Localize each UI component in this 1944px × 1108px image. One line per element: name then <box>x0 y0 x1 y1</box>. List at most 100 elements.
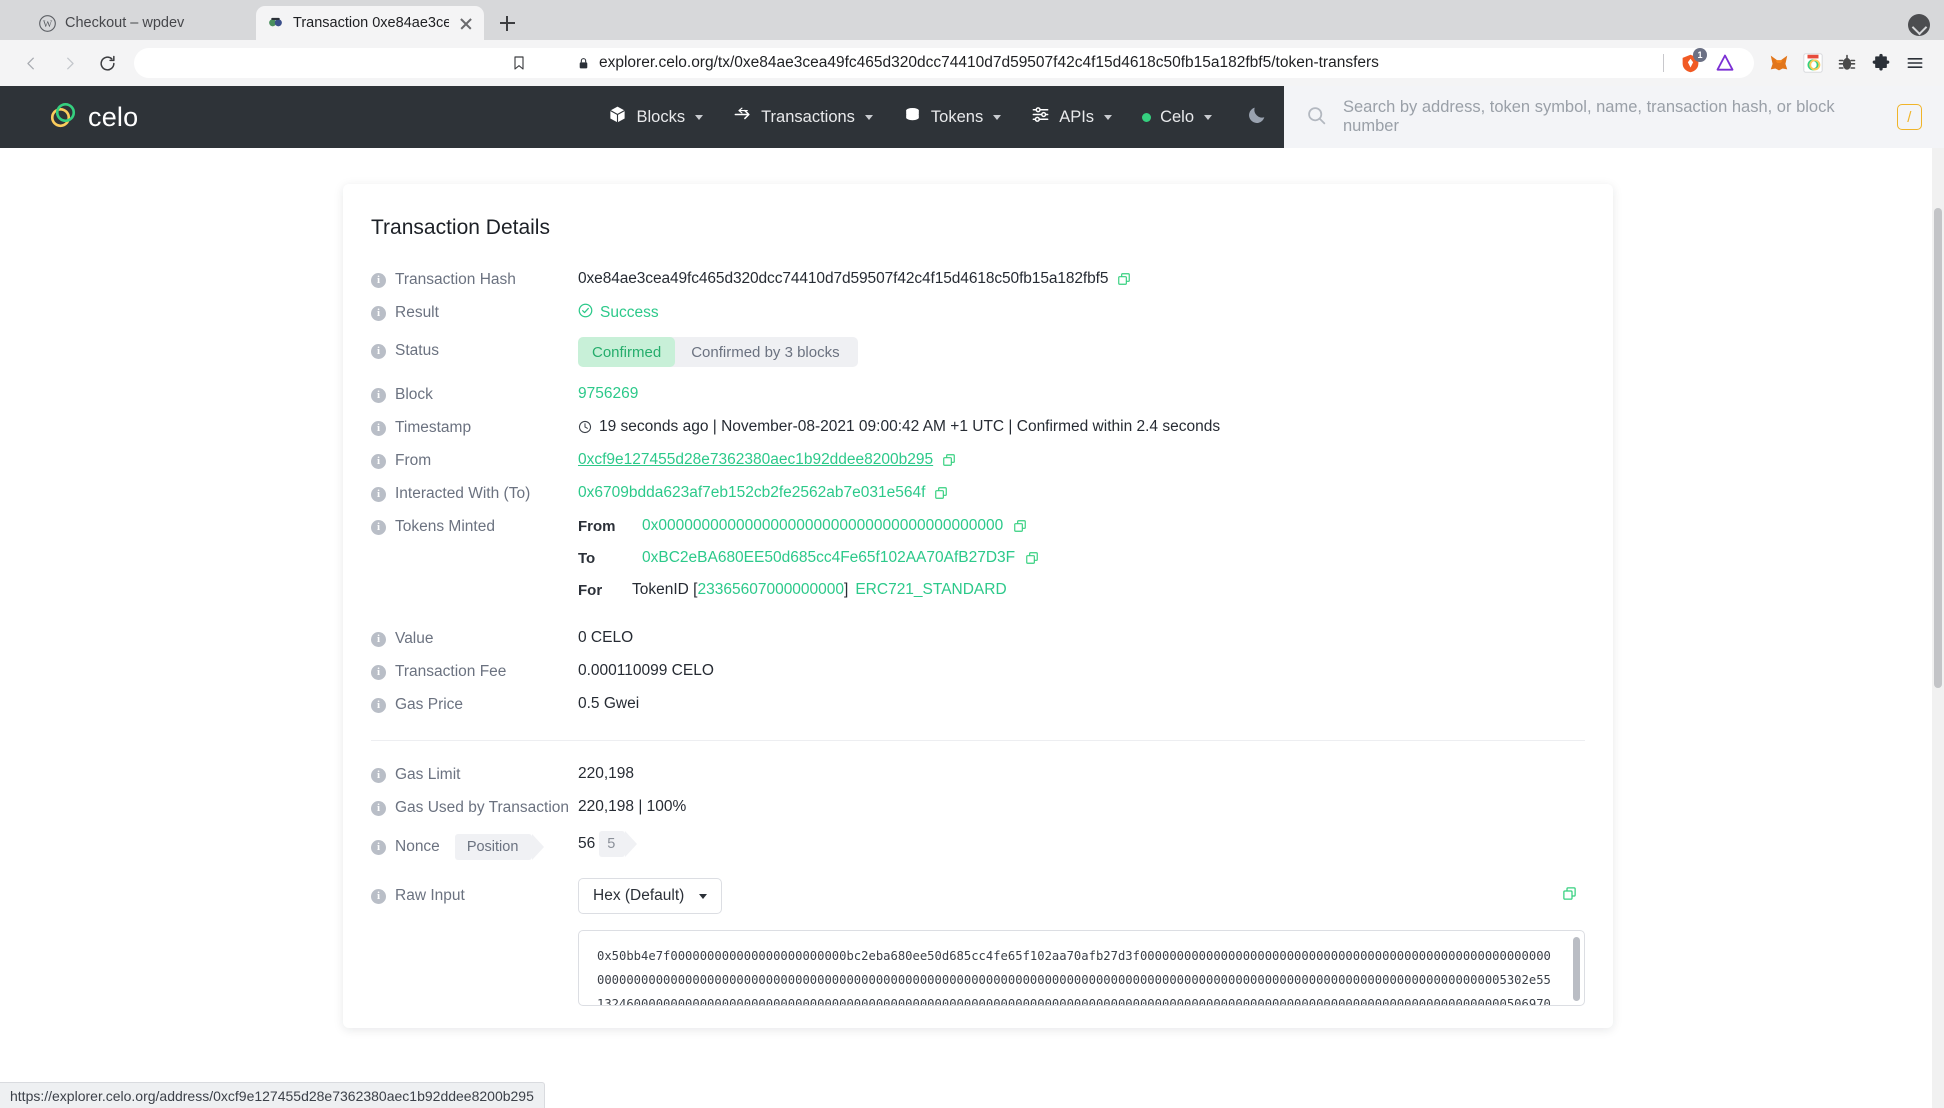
forward-arrow-icon[interactable] <box>52 46 86 80</box>
info-icon[interactable]: i <box>371 767 386 783</box>
gas-limit-amount: 220,198 <box>578 765 635 782</box>
brave-shields-icon[interactable]: 1 <box>1678 48 1707 75</box>
browser-menu-icon[interactable] <box>1900 48 1930 78</box>
page-scrollbar[interactable] <box>1932 148 1944 1108</box>
metamask-icon[interactable] <box>1764 48 1794 78</box>
info-icon[interactable]: i <box>371 453 386 469</box>
minted-to-label: To <box>578 549 596 567</box>
row-label: i Raw Input <box>371 878 578 905</box>
token-standard-link[interactable]: ERC721_STANDARD <box>855 581 1006 599</box>
nav-item-tokens[interactable]: Tokens <box>903 105 1002 129</box>
raw-input-format-select[interactable]: Hex (Default) <box>578 878 723 914</box>
svg-text:W: W <box>42 19 52 30</box>
chevron-down-icon <box>695 114 704 120</box>
row-gas-limit: i Gas Limit 220,198 <box>371 765 1585 784</box>
label-text: Tokens Minted <box>395 518 495 535</box>
status-bar-url: https://explorer.celo.org/address/0xcf9e… <box>10 1087 534 1104</box>
browser-tab-active[interactable]: Transaction 0xe84ae3cea49fc4 <box>256 6 484 40</box>
tokenid-link[interactable]: 23365607000000000 <box>697 581 844 599</box>
info-icon[interactable]: i <box>371 343 386 359</box>
copy-icon[interactable] <box>1117 272 1131 286</box>
brand-name: celo <box>88 101 139 132</box>
info-icon[interactable]: i <box>371 839 386 855</box>
chevron-down-icon[interactable] <box>1908 14 1930 36</box>
scrollbar-thumb[interactable] <box>1934 208 1942 688</box>
info-icon[interactable]: i <box>371 486 386 502</box>
info-icon[interactable]: i <box>371 664 386 680</box>
celo-extension-icon[interactable] <box>1798 48 1828 78</box>
label-text: Interacted With (To) <box>395 485 531 502</box>
label-text: From <box>395 452 432 469</box>
new-tab-button[interactable] <box>490 6 524 40</box>
nav-item-apis[interactable]: APIs <box>1031 105 1113 129</box>
brave-rewards-icon[interactable] <box>1710 48 1740 78</box>
minted-to-address-link[interactable]: 0xBC2eBA680EE50d685cc4Fe65f102AA70AfB27D… <box>642 549 1015 567</box>
info-icon[interactable]: i <box>371 387 386 403</box>
minted-to-row: To 0xBC2eBA680EE50d685cc4Fe65f102AA70AfB… <box>578 549 1585 567</box>
row-value: 0.000110099 CELO <box>578 662 1585 680</box>
nav-label: Blocks <box>636 107 686 126</box>
celo-logo[interactable]: celo <box>48 100 138 134</box>
theme-toggle-button[interactable] <box>1246 104 1268 131</box>
info-icon[interactable]: i <box>371 697 386 713</box>
nonce-value: 56 <box>578 835 596 852</box>
label-text: Gas Limit <box>395 766 461 783</box>
label-text: Status <box>395 342 439 359</box>
bug-icon[interactable] <box>1832 48 1862 78</box>
label-text: Result <box>395 304 439 321</box>
reload-icon[interactable] <box>90 46 124 80</box>
position-value: 5 <box>599 831 638 857</box>
cube-icon <box>608 105 627 129</box>
info-icon[interactable]: i <box>371 800 386 816</box>
info-icon[interactable]: i <box>371 272 386 288</box>
row-timestamp: i Timestamp 19 seconds ago | November-08… <box>371 418 1585 437</box>
row-value: Hex (Default) 0x50bb4e7f0000000000000000… <box>578 878 1585 1006</box>
row-value: 0xcf9e127455d28e7362380aec1b92ddee8200b2… <box>578 451 1585 469</box>
back-arrow-icon[interactable] <box>14 46 48 80</box>
browser-tab-inactive[interactable]: W Checkout – wpdev <box>28 6 256 40</box>
info-icon[interactable]: i <box>371 519 386 535</box>
row-value: 0.5 Gwei <box>578 695 1585 713</box>
row-label: i Interacted With (To) <box>371 484 578 503</box>
divider <box>371 740 1585 741</box>
chevron-down-icon <box>1104 114 1113 120</box>
extensions-puzzle-icon[interactable] <box>1866 48 1896 78</box>
info-icon[interactable]: i <box>371 888 386 904</box>
transaction-hash-value: 0xe84ae3cea49fc465d320dcc74410d7d59507f4… <box>578 270 1109 287</box>
row-value: 0x6709bdda623af7eb152cb2fe2562ab7e031e56… <box>578 484 1585 502</box>
label-text: Transaction Hash <box>395 271 516 288</box>
tokenid-suffix: ] <box>844 581 849 598</box>
info-icon[interactable]: i <box>371 631 386 647</box>
row-transaction-hash: i Transaction Hash 0xe84ae3cea49fc465d32… <box>371 270 1585 289</box>
bookmark-icon[interactable] <box>504 48 534 78</box>
from-address-link[interactable]: 0xcf9e127455d28e7362380aec1b92ddee8200b2… <box>578 451 933 469</box>
nav-item-transactions[interactable]: Transactions <box>733 105 873 129</box>
copy-icon[interactable] <box>934 486 948 500</box>
moon-icon <box>1246 104 1268 131</box>
copy-icon[interactable] <box>1013 519 1027 533</box>
block-number-link[interactable]: 9756269 <box>578 385 638 403</box>
clock-icon <box>578 420 592 434</box>
minted-from-address-link[interactable]: 0x00000000000000000000000000000000000000… <box>642 517 1003 535</box>
chevron-down-icon <box>993 114 1002 120</box>
close-icon[interactable] <box>458 15 474 31</box>
page-content: Transaction Details i Transaction Hash 0… <box>0 148 1944 1108</box>
minted-for-label: For <box>578 581 603 599</box>
search-bar[interactable]: Search by address, token symbol, name, t… <box>1284 86 1944 148</box>
search-input[interactable]: Search by address, token symbol, name, t… <box>1343 98 1881 136</box>
nav-item-network[interactable]: Celo <box>1142 108 1212 127</box>
info-icon[interactable]: i <box>371 420 386 436</box>
nav-item-blocks[interactable]: Blocks <box>608 105 704 129</box>
address-bar[interactable]: explorer.celo.org/tx/0xe84ae3cea49fc465d… <box>134 48 1754 78</box>
raw-input-textarea[interactable]: 0x50bb4e7f000000000000000000000000bc2eba… <box>578 930 1585 1006</box>
info-icon[interactable]: i <box>371 305 386 321</box>
copy-icon[interactable] <box>1562 886 1577 906</box>
browser-status-bar: https://explorer.celo.org/address/0xcf9e… <box>0 1082 545 1108</box>
copy-icon[interactable] <box>1025 551 1039 565</box>
copy-icon[interactable] <box>942 453 956 467</box>
row-value: 9756269 <box>578 385 1585 403</box>
scrollbar-thumb[interactable] <box>1573 937 1580 1001</box>
row-label: i Result <box>371 303 578 322</box>
fee-amount: 0.000110099 CELO <box>578 662 714 679</box>
to-address-link[interactable]: 0x6709bdda623af7eb152cb2fe2562ab7e031e56… <box>578 484 925 502</box>
